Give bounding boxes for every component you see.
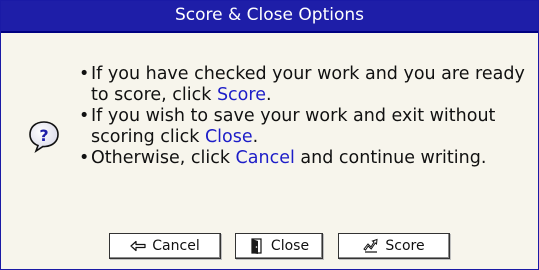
button-row: Cancel Close Score [1,233,538,267]
score-button-label: Score [385,238,425,254]
keyword-close: Close [204,127,253,147]
door-icon [251,238,262,254]
message-score: If you have checked your work and you ar… [79,64,531,106]
submit-arrow-icon [363,238,378,253]
keyword-cancel: Cancel [235,148,295,168]
cancel-button[interactable]: Cancel [109,233,221,259]
dialog-title: Score & Close Options [1,1,538,33]
message-close: If you wish to save your work and exit w… [79,106,531,148]
svg-text:?: ? [39,126,48,145]
cancel-button-label: Cancel [152,238,200,254]
message-list: If you have checked your work and you ar… [79,64,531,169]
close-button-label: Close [270,238,310,254]
keyword-score: Score [216,85,266,105]
question-icon: ? [29,121,59,153]
arrow-left-icon [130,240,146,252]
close-button[interactable]: Close [235,233,323,259]
score-button[interactable]: Score [338,233,450,259]
message-cancel: Otherwise, click Cancel and continue wri… [79,148,531,169]
score-close-dialog: Score & Close Options ? If you have chec… [0,0,539,270]
